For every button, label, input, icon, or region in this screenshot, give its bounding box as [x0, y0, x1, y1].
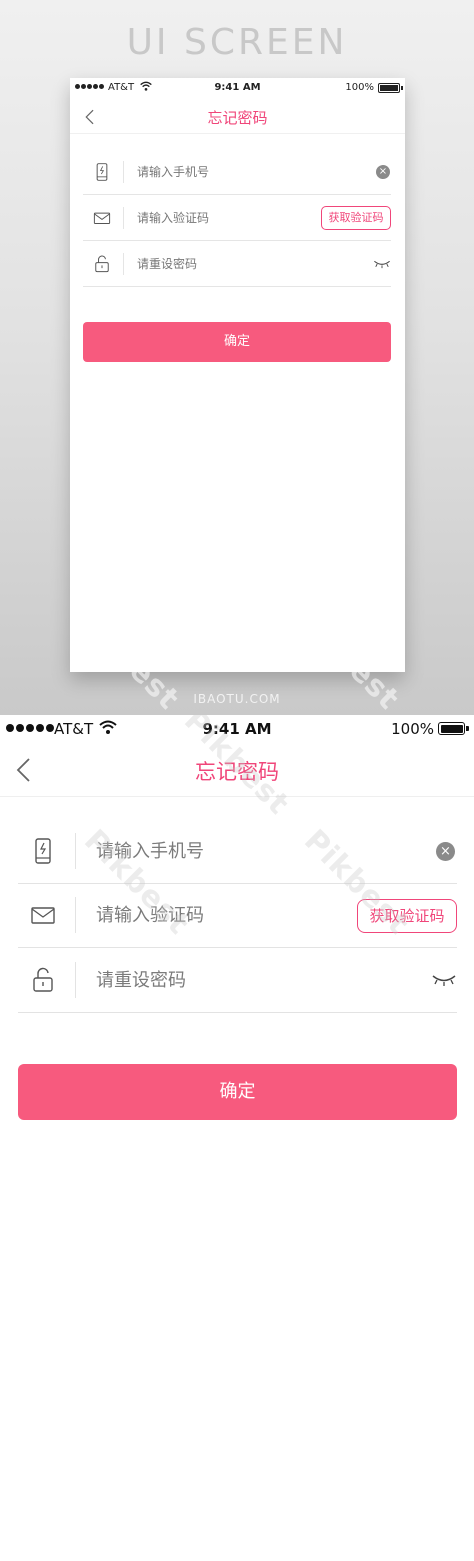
- phone-input[interactable]: [96, 836, 346, 866]
- battery-icon: [378, 83, 400, 93]
- mockup-nav-bar: 忘记密码: [70, 98, 405, 134]
- password-row: [18, 947, 457, 1013]
- mockup-phone-placeholder: 请输入手机号: [137, 165, 210, 179]
- battery-icon: [438, 722, 465, 735]
- mockup-confirm-button: 确定: [83, 322, 391, 362]
- mail-icon: [31, 907, 55, 924]
- code-row: 获取验证码: [18, 882, 457, 948]
- phone-mockup: AT&T 9:41 AM 100% 忘记密码 请输入手机号 × 请输入验证码 获…: [70, 78, 405, 672]
- clear-icon: ×: [376, 165, 390, 179]
- unlock-icon: [33, 967, 53, 992]
- eye-closed-icon: [374, 260, 390, 269]
- phone-row: ×: [18, 818, 457, 884]
- phone-icon: [35, 838, 51, 864]
- get-code-button[interactable]: 获取验证码: [357, 899, 457, 933]
- mockup-phone-row: 请输入手机号 ×: [83, 149, 391, 195]
- mockup-status-bar: AT&T 9:41 AM 100%: [70, 78, 405, 98]
- showcase-heading: UI SCREEN: [126, 22, 348, 63]
- showcase-banner: UI SCREEN AT&T 9:41 AM 100% 忘记密码 请输入手机号 …: [0, 0, 474, 715]
- mockup-get-code-button: 获取验证码: [321, 206, 391, 230]
- forgot-password-screen: AT&T 9:41 AM 100% 忘记密码 × 获: [0, 703, 474, 1561]
- unlock-icon: [95, 255, 109, 273]
- mockup-code-placeholder: 请输入验证码: [137, 211, 210, 225]
- mockup-code-row: 请输入验证码 获取验证码: [83, 195, 391, 241]
- status-bar: AT&T 9:41 AM 100%: [0, 715, 474, 743]
- divider: [75, 962, 76, 998]
- mockup-password-row: 请重设密码: [83, 241, 391, 287]
- divider: [75, 833, 76, 869]
- battery-percent: 100%: [391, 720, 434, 738]
- phone-icon: [96, 163, 108, 181]
- page-title: 忘记密码: [195, 760, 279, 784]
- mail-icon: [93, 212, 111, 225]
- eye-closed-icon[interactable]: [431, 973, 457, 987]
- showcase-footer: IBAOTU.COM: [193, 692, 281, 706]
- mockup-password-placeholder: 请重设密码: [137, 257, 198, 271]
- verification-code-input[interactable]: [96, 900, 266, 930]
- nav-bar: 忘记密码: [0, 743, 474, 797]
- mockup-page-title: 忘记密码: [207, 109, 268, 127]
- confirm-button[interactable]: 确定: [18, 1064, 457, 1120]
- mockup-battery-text: 100%: [345, 82, 374, 93]
- new-password-input[interactable]: [96, 965, 346, 995]
- divider: [75, 897, 76, 933]
- clear-icon[interactable]: ×: [436, 842, 455, 861]
